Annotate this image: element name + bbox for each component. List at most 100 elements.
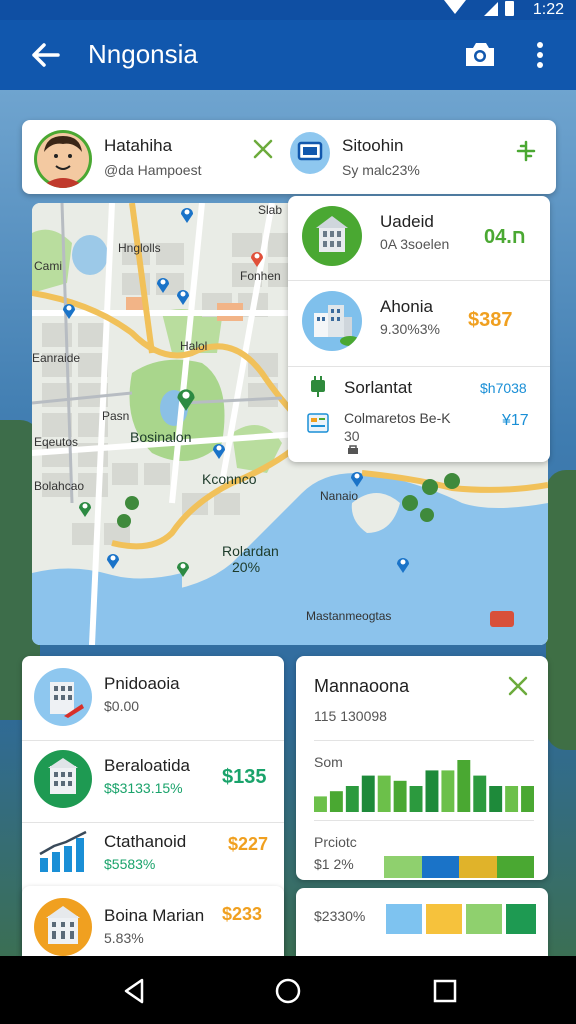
user-handle: @da Hampoest [104, 162, 202, 178]
bar-chart [314, 760, 534, 812]
item-subtitle: $5583% [104, 856, 156, 872]
document-icon [307, 413, 329, 433]
map-label: Mastanmeogtas [306, 609, 392, 623]
map-pin-icon[interactable] [250, 249, 264, 267]
item-value: $h7038 [480, 380, 527, 396]
app-bar: Nngonsia [0, 20, 576, 90]
item-title: Sorlantat [344, 378, 413, 397]
user-avatar[interactable] [34, 130, 92, 188]
map-pin-icon[interactable] [78, 499, 92, 517]
item-subtitle: 5.83% [104, 930, 144, 946]
map-pin-icon[interactable] [180, 205, 194, 223]
divider [288, 366, 550, 367]
nav-back-icon[interactable] [120, 976, 150, 1006]
map-pin-icon[interactable] [176, 385, 196, 411]
divider [314, 740, 534, 741]
color-swatch [386, 904, 422, 934]
price-label: Prciotc [314, 834, 357, 850]
color-segment [459, 856, 497, 878]
item-value: $135 [222, 766, 267, 788]
map-label: Pasn [102, 409, 130, 423]
left-bottom-card[interactable]: Boina Marian 5.83% $233 [22, 886, 284, 956]
list-item[interactable]: Ctathanoid $5583% $227 [22, 824, 284, 882]
grid-settings-icon[interactable] [516, 140, 536, 162]
list-item[interactable]: Beraloatida $$3133.15% $135 [22, 742, 284, 822]
chart-bar [314, 796, 327, 812]
item-title: Pnidoaoia [104, 674, 180, 693]
map-label: Fonhen [240, 269, 281, 283]
clock: 1:22 [532, 1, 564, 18]
close-icon[interactable] [252, 138, 274, 160]
chart-bar [505, 786, 519, 812]
lock-icon [348, 445, 358, 454]
right-title: Sitoohin [342, 136, 404, 155]
item-value: ח.04 [484, 226, 526, 248]
map-pin-icon[interactable] [396, 555, 410, 573]
plug-icon [311, 376, 325, 397]
list-item[interactable]: Pnidoaoia $0.00 [22, 656, 284, 740]
color-segment [496, 856, 534, 878]
building-icon [302, 206, 362, 266]
chart-bar [425, 770, 439, 812]
building-icon [34, 898, 92, 956]
more-options-icon[interactable] [530, 40, 550, 70]
nav-home-icon[interactable] [273, 976, 303, 1006]
item-subtitle: 9.30%3% [380, 321, 440, 337]
color-segment [384, 856, 422, 878]
map-pin-icon[interactable] [176, 287, 190, 305]
nav-recents-icon[interactable] [430, 976, 460, 1006]
map-pin-icon[interactable] [156, 275, 170, 293]
map-label: Rolardan [222, 543, 279, 559]
map-label: Bosinalon [130, 429, 192, 445]
chart-bar [409, 786, 423, 812]
item-subtitle: $$3133.15% [104, 780, 183, 796]
map-pin-icon[interactable] [212, 441, 226, 459]
price-value: $1 2% [314, 856, 354, 872]
chart-panel: Mannaoona 115 130098 Som Prciotc $1 2% [296, 656, 548, 880]
map-label: Eanraide [32, 351, 81, 365]
swatch-card[interactable]: $2330% [296, 888, 548, 956]
item-subtitle: 0A 3soelen [380, 236, 450, 252]
item-title: Ctathanoid [104, 832, 187, 851]
navigation-bar [0, 956, 576, 1024]
chart-bar [329, 791, 343, 812]
list-item[interactable]: Colmaretos Be-K 30 ¥17 [288, 408, 550, 458]
chart-bar [393, 780, 407, 812]
map-pin-icon[interactable] [176, 559, 190, 577]
map-label: Nanaio [320, 489, 359, 503]
divider [314, 820, 534, 821]
top-card: Hatahiha @da Hampoest Sitoohin Sy malc23… [22, 120, 556, 194]
map-label: Eqeutos [34, 435, 79, 449]
list-item[interactable]: Sorlantat $h7038 [288, 368, 550, 408]
right-subtitle: Sy malc23% [342, 162, 420, 178]
color-segment [421, 856, 459, 878]
chart-bar [377, 775, 391, 812]
camera-icon[interactable] [462, 40, 498, 70]
chart-bar [441, 770, 455, 812]
item-subtitle: 30 [344, 428, 360, 444]
map-pin-icon[interactable] [106, 551, 120, 569]
chart-bar [345, 786, 359, 812]
item-title: Ahonia [380, 297, 433, 316]
growth-chart-icon [39, 830, 87, 872]
panel-subtitle: 115 130098 [314, 708, 387, 724]
color-swatch [466, 904, 502, 934]
item-value: $227 [228, 834, 269, 854]
back-arrow-icon[interactable] [28, 38, 62, 72]
map-label: Halol [180, 339, 208, 353]
chart-bar [361, 775, 375, 812]
divider [22, 740, 284, 741]
battery-icon [505, 1, 514, 16]
close-icon[interactable] [506, 674, 530, 698]
building-icon [34, 668, 92, 726]
map-pin-icon[interactable] [350, 469, 364, 487]
list-item[interactable]: Ahonia 9.30%3% $387 [288, 281, 550, 365]
item-subtitle: $0.00 [104, 698, 140, 714]
wifi-icon [444, 0, 466, 14]
list-item[interactable]: Uadeid 0A 3soelen ח.04 [288, 196, 550, 280]
item-title: Boina Marian [104, 906, 205, 925]
map-pin-icon[interactable] [62, 301, 76, 319]
color-bar [384, 856, 534, 878]
item-title: Colmaretos Be-K [344, 410, 451, 426]
color-swatch [426, 904, 462, 934]
